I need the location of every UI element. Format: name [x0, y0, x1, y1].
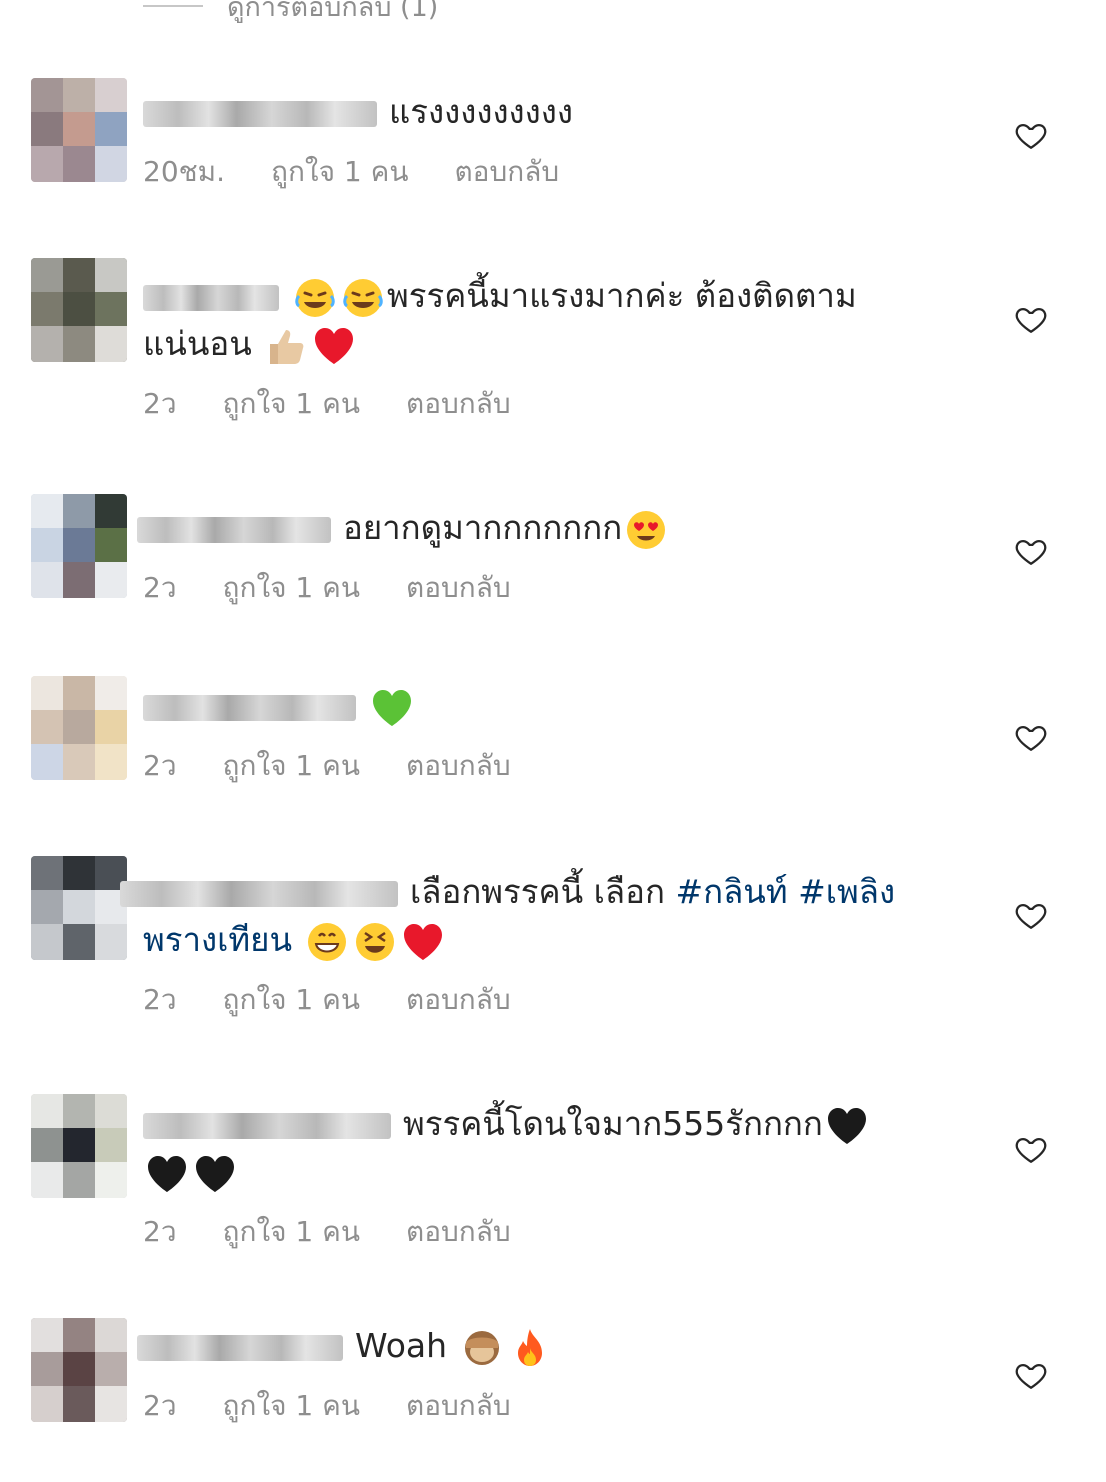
see-no-evil-monkey-emoji-icon [460, 1326, 504, 1370]
divider-line [143, 5, 203, 7]
avatar[interactable] [31, 856, 127, 960]
likes-count-link[interactable]: ถูกใจ 1 คน [223, 744, 360, 788]
comment-text: แรงงงงงงงงง [389, 92, 574, 131]
heart-eyes-emoji-icon [624, 508, 668, 552]
likes-count-link[interactable]: ถูกใจ 1 คน [223, 978, 360, 1022]
comment-text: พรรคนี้โดนใจมาก555รักกกก [403, 1104, 823, 1143]
hashtag-link[interactable]: #กลินท์ [675, 872, 787, 911]
red-heart-emoji-icon [312, 324, 356, 368]
black-heart-emoji-icon [145, 1152, 189, 1196]
avatar[interactable] [31, 78, 127, 182]
username-redacted[interactable] [143, 1112, 391, 1139]
rolling-laughing-emoji-icon [293, 276, 337, 320]
reply-button[interactable]: ตอบกลับ [406, 978, 511, 1022]
view-replies-link[interactable]: ดูการตอบกลับ (1) [143, 0, 438, 24]
comment-text-line2: แน่นอน [143, 324, 252, 363]
hashtag-link-continued[interactable]: พรางเทียน [143, 920, 292, 959]
reply-button[interactable]: ตอบกลับ [454, 150, 559, 194]
hashtag-link[interactable]: #เพลิง [798, 872, 895, 911]
comment-time: 20ชม. [143, 155, 225, 188]
reply-button[interactable]: ตอบกลับ [406, 744, 511, 788]
black-heart-emoji-icon [193, 1152, 237, 1196]
heart-outline-icon[interactable] [1014, 534, 1048, 568]
squinting-laugh-emoji-icon [353, 920, 397, 964]
likes-count-link[interactable]: ถูกใจ 1 คน [223, 1210, 360, 1254]
avatar[interactable] [31, 676, 127, 780]
heart-outline-icon[interactable] [1014, 720, 1048, 754]
username-redacted[interactable] [143, 284, 279, 311]
username-redacted[interactable] [143, 100, 377, 127]
comment-time: 2ว [143, 571, 177, 604]
comment-time: 2ว [143, 1389, 177, 1422]
username-redacted[interactable] [137, 1334, 343, 1361]
likes-count-link[interactable]: ถูกใจ 1 คน [223, 1384, 360, 1428]
view-replies-label: ดูการตอบกลับ (1) [227, 0, 439, 23]
green-heart-emoji-icon [370, 686, 414, 730]
reply-button[interactable]: ตอบกลับ [406, 382, 511, 426]
username-redacted[interactable] [143, 694, 356, 721]
comment-time: 2ว [143, 749, 177, 782]
avatar[interactable] [31, 494, 127, 598]
comment-text: พรรคนี้มาแรงมากค่ะ ต้องติดตาม [387, 276, 857, 315]
username-redacted[interactable] [120, 880, 398, 907]
avatar[interactable] [31, 1094, 127, 1198]
reply-button[interactable]: ตอบกลับ [406, 1210, 511, 1254]
avatar[interactable] [31, 258, 127, 362]
heart-outline-icon[interactable] [1014, 898, 1048, 932]
likes-count-link[interactable]: ถูกใจ 1 คน [223, 566, 360, 610]
comment-time: 2ว [143, 1215, 177, 1248]
heart-outline-icon[interactable] [1014, 118, 1048, 152]
likes-count-link[interactable]: ถูกใจ 1 คน [223, 382, 360, 426]
likes-count-link[interactable]: ถูกใจ 1 คน [271, 150, 408, 194]
heart-outline-icon[interactable] [1014, 1358, 1048, 1392]
username-redacted[interactable] [137, 516, 331, 543]
comment-time: 2ว [143, 983, 177, 1016]
grinning-emoji-icon [305, 920, 349, 964]
reply-button[interactable]: ตอบกลับ [406, 566, 511, 610]
comment-text: Woah [355, 1326, 448, 1365]
black-heart-emoji-icon [825, 1104, 869, 1148]
comment-text: เลือกพรรคนี้ เลือก [410, 872, 665, 911]
fire-emoji-icon [508, 1326, 552, 1370]
reply-button[interactable]: ตอบกลับ [406, 1384, 511, 1428]
thumbs-up-emoji-icon [264, 324, 308, 368]
comment-text: อยากดูมากกกกกกก [343, 508, 623, 547]
comment-time: 2ว [143, 387, 177, 420]
rolling-laughing-emoji-icon [341, 276, 385, 320]
heart-outline-icon[interactable] [1014, 1132, 1048, 1166]
heart-outline-icon[interactable] [1014, 302, 1048, 336]
avatar[interactable] [31, 1318, 127, 1422]
red-heart-emoji-icon [401, 920, 445, 964]
